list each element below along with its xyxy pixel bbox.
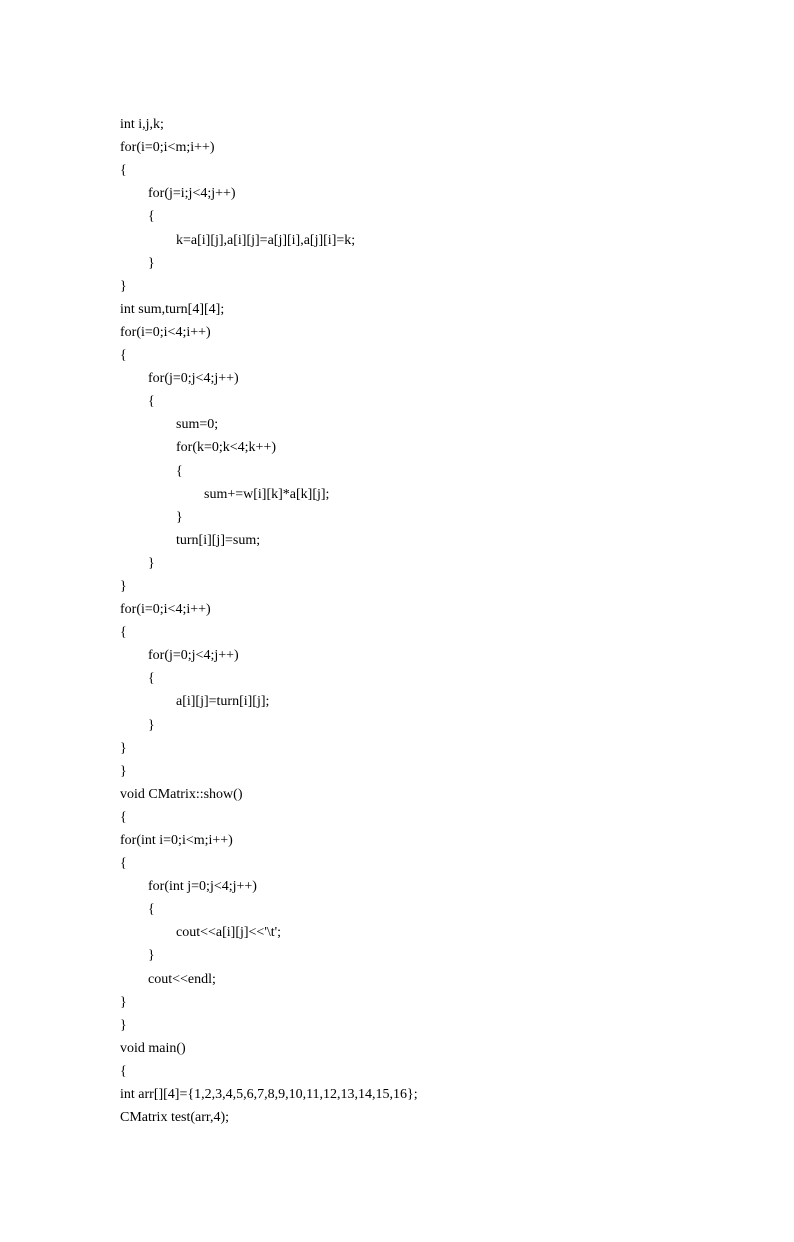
code-block: int i,j,k; for(i=0;i<m;i++) { for(j=i;j<… (120, 113, 674, 1129)
code-page: int i,j,k; for(i=0;i<m;i++) { for(j=i;j<… (0, 0, 794, 1242)
